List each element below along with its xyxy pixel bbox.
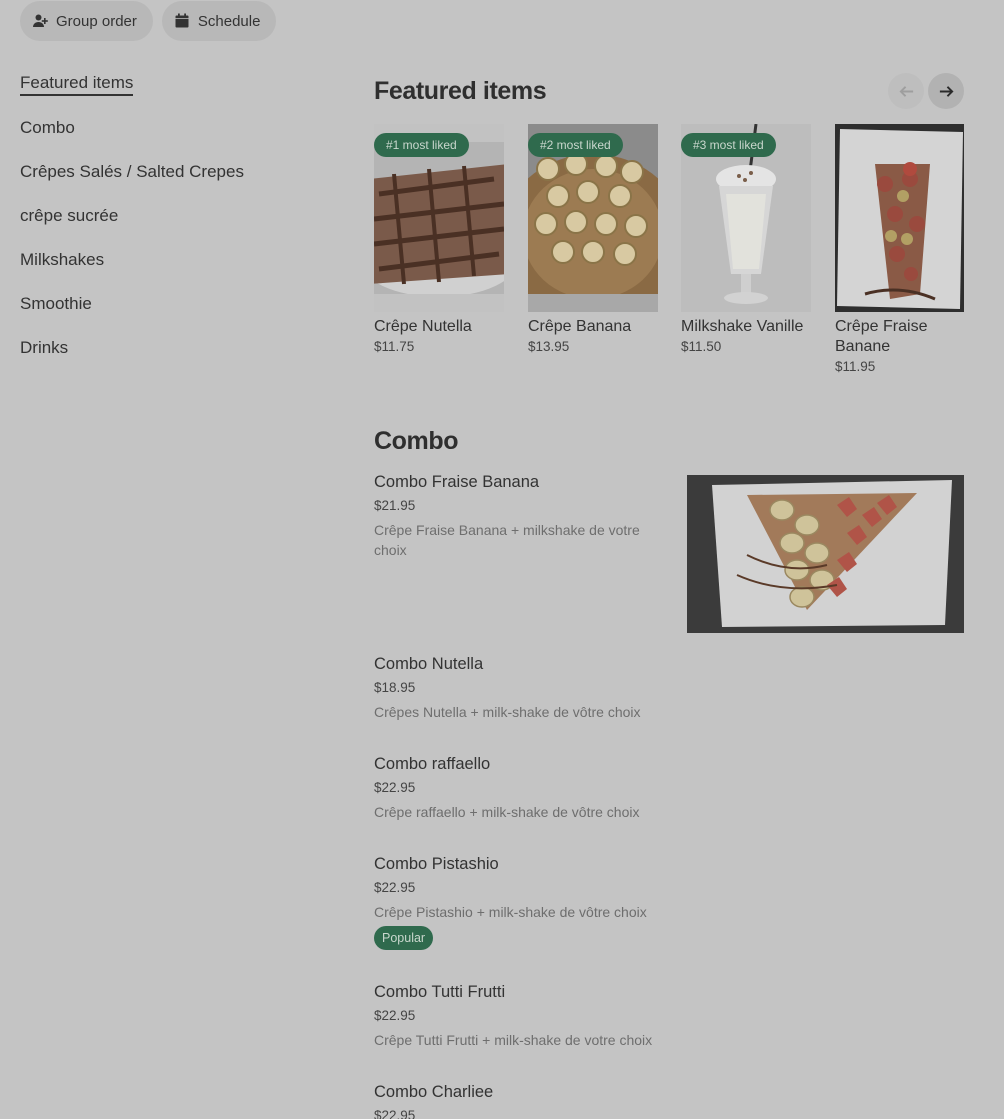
carousel-next-button[interactable] — [928, 73, 964, 109]
group-order-button[interactable]: Group order — [20, 1, 153, 41]
schedule-button[interactable]: Schedule — [161, 1, 277, 41]
sidebar-item-featured-items[interactable]: Featured items — [20, 62, 320, 106]
combo-item-price: $18.95 — [374, 680, 416, 695]
featured-item-price: $11.75 — [374, 339, 415, 354]
combo-item-description: Crêpes Nutella + milk-shake de vôtre cho… — [374, 704, 641, 720]
combo-item-description: Crêpe Tutti Frutti + milk-shake de votre… — [374, 1032, 653, 1048]
combo-section-title: Combo — [374, 427, 459, 455]
featured-item-card[interactable]: #1 most liked Crêpe Nutella $11.75 — [374, 124, 504, 354]
combo-item[interactable]: Combo raffaello $22.95 Crêpe raffaello +… — [374, 752, 964, 822]
combo-item-price: $22.95 — [374, 780, 416, 795]
sidebar-item-crepes-sales[interactable]: Crêpes Salés / Salted Crepes — [20, 150, 320, 194]
combo-item-name: Combo raffaello — [374, 755, 491, 773]
sidebar-item-milkshakes[interactable]: Milkshakes — [20, 238, 320, 282]
category-sidebar: Featured items Combo Crêpes Salés / Salt… — [20, 62, 320, 370]
rank-badge: #3 most liked — [681, 133, 776, 157]
featured-item-name: Crêpe Fraise Banane — [835, 318, 928, 355]
calendar-icon — [174, 13, 190, 29]
sidebar-item-label: Milkshakes — [20, 250, 105, 269]
rank-badge: #2 most liked — [528, 133, 623, 157]
combo-item-description: Crêpe Pistashio + milk-shake de vôtre ch… — [374, 904, 647, 920]
top-actions: Group order Schedule — [20, 1, 277, 41]
featured-item-name: Crêpe Nutella — [374, 318, 472, 335]
combo-item-name: Combo Tutti Frutti — [374, 983, 506, 1001]
combo-item[interactable]: Combo Nutella $18.95 Crêpes Nutella + mi… — [374, 652, 964, 722]
sidebar-item-crepe-sucree[interactable]: crêpe sucrée — [20, 194, 320, 238]
arrow-left-icon — [898, 85, 913, 97]
group-order-label: Group order — [56, 12, 137, 30]
sidebar-item-label: Featured items — [20, 73, 134, 96]
sidebar-item-label: Drinks — [20, 338, 69, 357]
schedule-label: Schedule — [197, 12, 261, 30]
combo-item[interactable]: Combo Fraise Banana $21.95 Crêpe Fraise … — [374, 470, 964, 560]
crepe-nutella-image: #1 most liked — [374, 124, 504, 312]
crepe-fraise-banane-image — [835, 124, 964, 312]
sidebar-item-combo[interactable]: Combo — [20, 106, 320, 150]
featured-item-price: $13.95 — [528, 339, 570, 354]
sidebar-item-label: crêpe sucrée — [20, 206, 119, 225]
combo-item-price: $22.95 — [374, 880, 416, 895]
sidebar-item-label: Crêpes Salés / Salted Crepes — [20, 162, 244, 181]
combo-item-name: Combo Fraise Banana — [374, 473, 540, 491]
combo-item-price: $21.95 — [374, 498, 416, 513]
featured-item-price: $11.95 — [835, 359, 876, 374]
combo-item-name: Combo Charliee — [374, 1083, 494, 1101]
combo-item-price: $22.95 — [374, 1108, 416, 1119]
combo-item-description: Crêpe Fraise Banana + milkshake de votre… — [374, 522, 640, 558]
featured-item-name: Crêpe Banana — [528, 318, 632, 335]
featured-item-card[interactable]: Crêpe Fraise Banane $11.95 — [835, 124, 964, 374]
carousel-prev-button[interactable] — [888, 73, 924, 109]
combo-item[interactable]: Combo Tutti Frutti $22.95 Crêpe Tutti Fr… — [374, 980, 964, 1050]
combo-item[interactable]: Combo Charliee $22.95 — [374, 1080, 964, 1119]
popular-badge: Popular — [374, 926, 434, 950]
sidebar-item-label: Combo — [20, 118, 75, 137]
featured-section-title: Featured items — [374, 77, 547, 105]
combo-item-name: Combo Pistashio — [374, 855, 499, 873]
person-add-icon — [32, 13, 48, 29]
sidebar-item-smoothie[interactable]: Smoothie — [20, 282, 320, 326]
featured-item-price: $11.50 — [681, 339, 722, 354]
combo-item-name: Combo Nutella — [374, 655, 484, 673]
featured-carousel: #1 most liked Crêpe Nutella $11.75 #2 mo… — [374, 124, 964, 384]
combo-item-price: $22.95 — [374, 1008, 416, 1023]
sidebar-item-drinks[interactable]: Drinks — [20, 326, 320, 370]
sidebar-item-label: Smoothie — [20, 294, 92, 313]
rank-badge: #1 most liked — [374, 133, 469, 157]
arrow-right-icon — [939, 85, 954, 97]
milkshake-vanille-image: #3 most liked — [681, 124, 811, 312]
featured-item-card[interactable]: #2 most liked Crêpe Banana $13.95 — [528, 124, 658, 354]
featured-item-card[interactable]: #3 most liked Milkshake Vanille $11.50 — [681, 124, 811, 354]
crepe-banana-image: #2 most liked — [528, 124, 658, 312]
combo-item[interactable]: Combo Pistashio $22.95 Crêpe Pistashio +… — [374, 852, 964, 950]
combo-item-description: Crêpe raffaello + milk-shake de vôtre ch… — [374, 804, 640, 820]
featured-item-name: Milkshake Vanille — [681, 318, 804, 335]
